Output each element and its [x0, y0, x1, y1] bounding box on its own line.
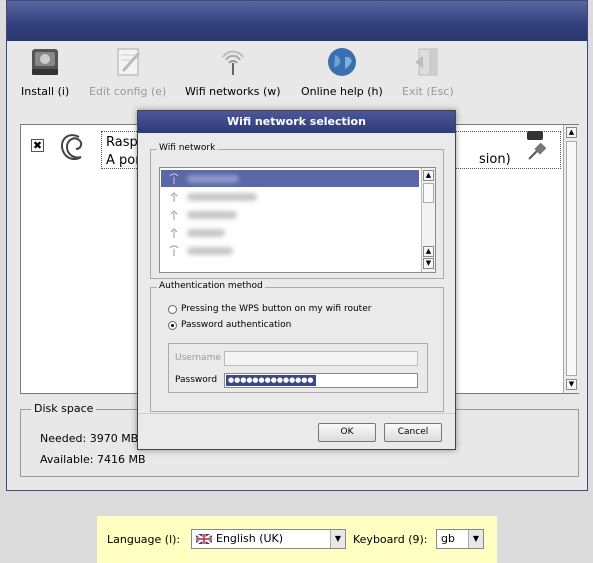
chevron-down-icon: ▼ [330, 530, 345, 548]
exit-button[interactable]: Exit (Esc) [402, 45, 454, 98]
exit-icon [414, 48, 438, 76]
signal-icon [169, 173, 179, 184]
network-item[interactable] [161, 206, 419, 223]
cancel-button[interactable]: Cancel [384, 423, 442, 442]
ok-button[interactable]: OK [318, 423, 376, 442]
language-select[interactable]: English (UK) ▼ [191, 529, 346, 549]
os-checkbox[interactable]: ✖ [31, 139, 44, 152]
signal-icon [170, 210, 178, 220]
install-label: Install (i) [21, 85, 70, 98]
edit-config-label: Edit config (e) [89, 85, 167, 98]
signal-icon [170, 228, 178, 238]
toolbar: Install (i) Edit config (e) Wifi network… [7, 41, 587, 107]
password-auth-radio[interactable] [168, 321, 177, 330]
install-button[interactable]: Install (i) [21, 45, 69, 98]
username-field[interactable] [224, 351, 418, 366]
language-bar: Language (l): English (UK) ▼ Keyboard (9… [97, 516, 497, 563]
network-item[interactable] [161, 224, 419, 241]
title-bar [7, 1, 587, 41]
username-label: Username [175, 353, 221, 363]
language-value: English (UK) [216, 532, 284, 545]
signal-icon [170, 192, 178, 202]
edit-config-icon [117, 48, 140, 76]
scroll-up-button[interactable]: ▲ [423, 170, 434, 181]
wifi-network-list[interactable]: ▲ ▲ ▼ [159, 167, 436, 273]
language-label: Language (l): [107, 533, 181, 546]
network-cable-icon [528, 143, 547, 160]
exit-label: Exit (Esc) [402, 85, 454, 98]
password-field[interactable]: ●●●●●●●●●●●●●● [224, 373, 418, 388]
wifi-networks-label: Wifi networks (w) [185, 85, 281, 98]
disk-space-legend: Disk space [31, 402, 97, 415]
wps-radio[interactable] [168, 305, 177, 314]
scroll-thumb[interactable] [423, 183, 434, 203]
keyboard-label: Keyboard (9): [353, 533, 428, 546]
dialog-divider [138, 413, 455, 414]
needed-space: Needed: 3970 MB [40, 432, 139, 445]
scroll-up-button[interactable]: ▲ [423, 246, 434, 257]
os-description-tail: sion) [479, 152, 511, 167]
install-icon [32, 49, 59, 75]
wps-label: Pressing the WPS button on my wifi route… [181, 304, 372, 314]
os-list-scrollbar[interactable]: ▲ ▼ [563, 125, 579, 393]
dialog-title: Wifi network selection [138, 111, 455, 133]
wifi-icon [221, 50, 244, 75]
available-space: Available: 7416 MB [40, 453, 146, 466]
password-auth-label: Password authentication [181, 320, 292, 330]
online-help-label: Online help (h) [301, 85, 383, 98]
keyboard-select[interactable]: gb ▼ [436, 529, 484, 549]
chevron-down-icon: ▼ [468, 530, 483, 548]
network-item[interactable] [161, 170, 419, 187]
debian-logo-icon [61, 134, 83, 160]
network-list-scrollbar[interactable]: ▲ ▲ ▼ [421, 168, 435, 272]
password-label: Password [175, 375, 218, 385]
signal-icon [169, 245, 179, 256]
network-item[interactable] [161, 242, 419, 259]
password-value: ●●●●●●●●●●●●●● [226, 375, 316, 386]
scroll-down-button[interactable]: ▼ [566, 379, 577, 390]
scroll-up-button[interactable]: ▲ [566, 127, 577, 138]
drive-icon [527, 131, 543, 140]
online-help-button[interactable]: Online help (h) [301, 45, 383, 98]
scroll-thumb[interactable] [566, 141, 577, 376]
globe-icon [327, 48, 356, 76]
authentication-legend: Authentication method [157, 281, 265, 291]
wifi-selection-dialog: Wifi network selection Wifi network ▲ ▲ [137, 110, 456, 450]
wifi-networks-button[interactable]: Wifi networks (w) [185, 45, 281, 98]
uk-flag-icon [196, 534, 212, 544]
wifi-network-legend: Wifi network [157, 143, 218, 153]
keyboard-value: gb [441, 532, 455, 545]
scroll-down-button[interactable]: ▼ [423, 258, 434, 269]
network-item[interactable] [161, 188, 419, 205]
edit-config-button[interactable]: Edit config (e) [89, 45, 166, 98]
